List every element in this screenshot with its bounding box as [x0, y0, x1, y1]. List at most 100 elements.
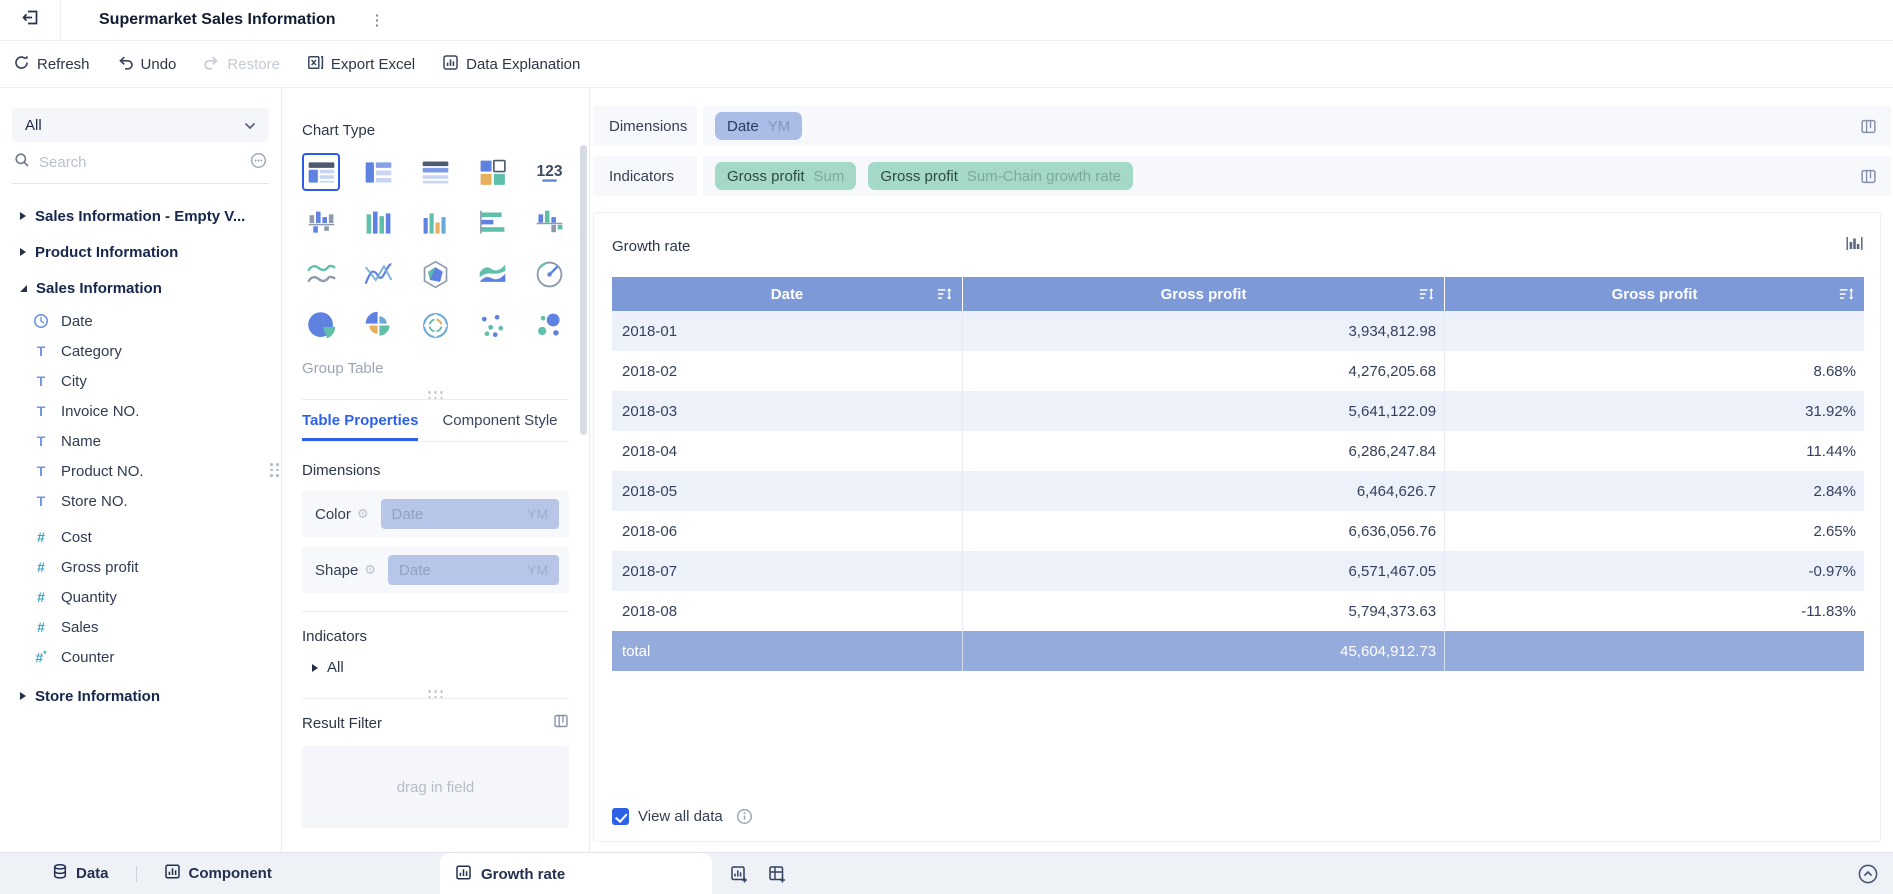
- tree-field-name[interactable]: T Name: [12, 426, 269, 456]
- group-table: Date Gross profit Gross profit 2018-01 3,93…: [612, 277, 1864, 671]
- tab-component[interactable]: Component: [164, 863, 272, 884]
- section-drag-handle[interactable]: [428, 690, 443, 699]
- restore-button[interactable]: Restore: [203, 54, 280, 75]
- settings-tabs: Table Properties Component Style: [302, 412, 569, 442]
- total-cell-growth-rate: [1444, 631, 1864, 671]
- tab-data[interactable]: Data: [52, 863, 109, 884]
- field-chip-gross-profit[interactable]: Gross profit Sum: [715, 162, 857, 190]
- cell-gross-profit: 5,794,373.63: [962, 591, 1446, 631]
- settings-panel: Chart Type 123 Group Table Table Propert…: [282, 88, 590, 852]
- column-header-gross-profit[interactable]: Gross profit: [962, 277, 1446, 311]
- text-field-icon: T: [36, 343, 46, 359]
- chart-type-radar-chart-icon[interactable]: [416, 255, 454, 293]
- scrollbar-thumb[interactable]: [580, 145, 587, 435]
- panel-resize-handle[interactable]: [270, 463, 279, 477]
- refresh-button[interactable]: Refresh: [13, 54, 90, 75]
- chart-type-line-chart-icon[interactable]: [359, 255, 397, 293]
- chart-type-bidirectional-bar-icon[interactable]: [530, 204, 568, 242]
- tree-field-invoice-no[interactable]: T Invoice NO.: [12, 396, 269, 426]
- tree-field-sales[interactable]: # Sales: [12, 612, 269, 642]
- tree-folder-sales-information[interactable]: Sales Information: [12, 270, 269, 306]
- chart-type-detail-table-icon[interactable]: [416, 153, 454, 191]
- dataset-scope-select[interactable]: All: [12, 108, 269, 142]
- chart-type-cross-table-icon[interactable]: [359, 153, 397, 191]
- field-sidebar: All Sales Information - Empty V... Produc…: [0, 88, 282, 852]
- color-field-chip[interactable]: Date YM: [380, 499, 559, 529]
- sort-icon[interactable]: [936, 287, 953, 301]
- add-dashboard-icon[interactable]: [768, 865, 786, 883]
- exit-button[interactable]: [0, 8, 60, 32]
- chip-tag: YM: [527, 562, 548, 578]
- chart-type-horizontal-bar-icon[interactable]: [473, 204, 511, 242]
- tree-folder-label: Product Information: [35, 243, 179, 261]
- chart-type-waterfall-bar-icon[interactable]: [302, 204, 340, 242]
- sort-icon[interactable]: [1418, 287, 1435, 301]
- chart-type-group-table-icon[interactable]: [302, 153, 340, 191]
- sort-icon[interactable]: [1838, 287, 1855, 301]
- chart-type-kpi-card-icon[interactable]: 123: [530, 153, 568, 191]
- tree-field-category[interactable]: T Category: [12, 336, 269, 366]
- tree-field-city[interactable]: T City: [12, 366, 269, 396]
- tree-field-label: Date: [61, 312, 93, 330]
- undo-button[interactable]: Undo: [117, 54, 176, 75]
- data-explanation-button[interactable]: Data Explanation: [442, 54, 580, 75]
- field-chip-date[interactable]: Date YM: [715, 112, 803, 140]
- switch-chart-icon[interactable]: [1845, 235, 1864, 257]
- chart-type-scatter-chart-icon[interactable]: [473, 306, 511, 344]
- chart-type-rose-chart-icon[interactable]: [359, 306, 397, 344]
- section-drag-handle[interactable]: [428, 391, 443, 400]
- field-chip-gross-profit[interactable]: Gross profit Sum-Chain growth rate: [868, 162, 1134, 190]
- chart-type-column-chart-icon[interactable]: [416, 204, 454, 242]
- indicators-all-toggle[interactable]: All: [302, 659, 569, 676]
- tab-table-properties[interactable]: Table Properties: [302, 412, 419, 441]
- dimensions-row: Dimensions Date YM: [593, 106, 1891, 146]
- chevron-down-icon: [244, 117, 256, 134]
- chart-type-donut-map-icon[interactable]: [416, 306, 454, 344]
- result-filter-dropzone[interactable]: drag in field: [302, 746, 569, 828]
- table-row: 2018-02 4,276,205.68 8.68%: [612, 351, 1864, 391]
- shape-field-chip[interactable]: Date YM: [388, 555, 559, 585]
- board-icon[interactable]: [1860, 168, 1877, 185]
- tree-field-quantity[interactable]: # Quantity: [12, 582, 269, 612]
- more-menu-icon[interactable]: ⋮: [370, 13, 385, 28]
- tree-folder-sales-information-empty-v[interactable]: Sales Information - Empty V...: [12, 198, 269, 234]
- view-all-checkbox[interactable]: [612, 808, 629, 825]
- chart-type-line-area-icon[interactable]: [302, 255, 340, 293]
- tab-component-style[interactable]: Component Style: [442, 412, 557, 441]
- chart-type-multi-column-icon[interactable]: [359, 204, 397, 242]
- search-more-icon[interactable]: [250, 152, 267, 174]
- board-icon[interactable]: [1860, 118, 1877, 135]
- triangle-collapsed-icon: [20, 212, 26, 220]
- collapse-circle-icon[interactable]: [1857, 863, 1879, 885]
- tree-folder-product-information[interactable]: Product Information: [12, 234, 269, 270]
- cell-gross-profit: 5,641,122.09: [962, 391, 1446, 431]
- tree-folder-store-information[interactable]: Store Information: [12, 678, 269, 714]
- tab-growth-rate-active[interactable]: Growth rate: [440, 853, 712, 894]
- chart-type-area-chart-icon[interactable]: [473, 255, 511, 293]
- tree-field-product-no[interactable]: T Product NO.: [12, 456, 269, 486]
- tree-field-gross-profit[interactable]: # Gross profit: [12, 552, 269, 582]
- tree-field-counter[interactable]: #* Counter: [12, 642, 269, 672]
- column-header-date[interactable]: Date: [612, 277, 964, 311]
- search-input[interactable]: [39, 154, 241, 171]
- tree-field-cost[interactable]: # Cost: [12, 522, 269, 552]
- chart-type-block-chart-icon[interactable]: [473, 153, 511, 191]
- board-icon[interactable]: [553, 713, 569, 734]
- chart-type-gauge-chart-icon[interactable]: [530, 255, 568, 293]
- chart-type-bubble-chart-icon[interactable]: [530, 306, 568, 344]
- tree-folder-label: Sales Information: [36, 279, 162, 297]
- tree-field-date[interactable]: Date: [12, 306, 269, 336]
- info-icon[interactable]: [736, 808, 753, 825]
- chart-type-pie-chart-icon[interactable]: [302, 306, 340, 344]
- gear-icon[interactable]: ⚙: [364, 562, 376, 578]
- bottom-bar: Data Component Growth rate: [0, 852, 1893, 894]
- add-component-icon[interactable]: [730, 865, 748, 883]
- chip-tag: Sum-Chain growth rate: [966, 167, 1122, 185]
- color-label: Color: [315, 505, 351, 523]
- gear-icon[interactable]: ⚙: [357, 506, 369, 522]
- column-header-gross-profit[interactable]: Gross profit: [1444, 277, 1864, 311]
- chart-type-grid: 123: [302, 153, 569, 344]
- tree-field-store-no[interactable]: T Store NO.: [12, 486, 269, 516]
- export-excel-button[interactable]: Export Excel: [307, 54, 415, 75]
- cell-date: 2018-03: [612, 391, 964, 431]
